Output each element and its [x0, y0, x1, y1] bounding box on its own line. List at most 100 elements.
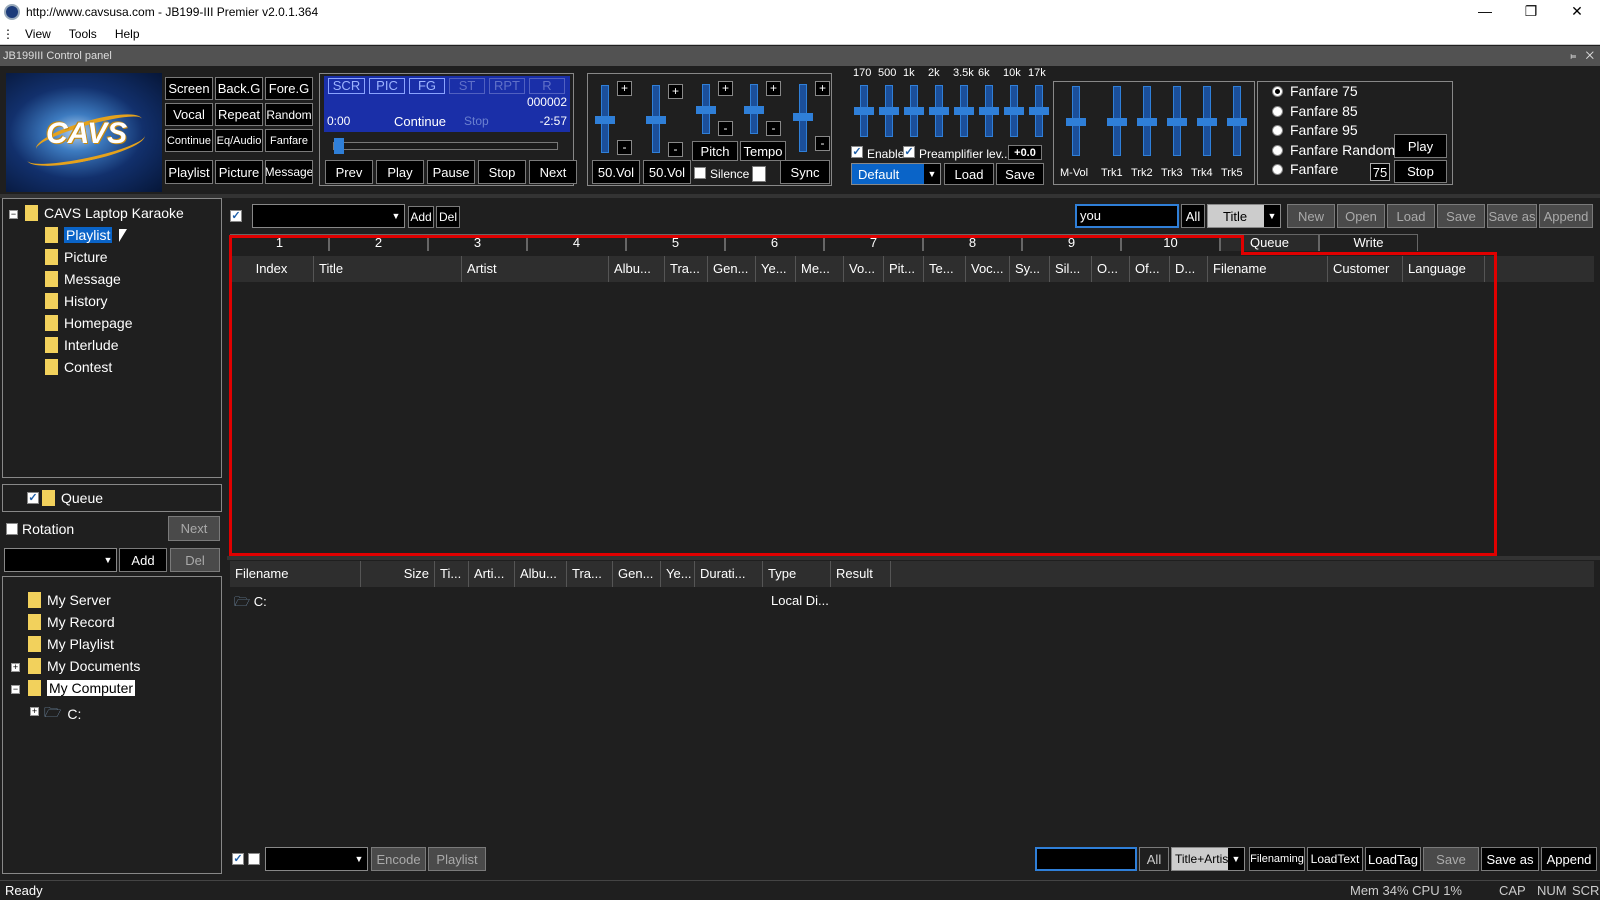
- file-column-header[interactable]: Durati...: [695, 561, 763, 587]
- grid-splitter[interactable]: [227, 556, 1600, 560]
- eq-save-button[interactable]: Save: [996, 163, 1044, 185]
- browser-item[interactable]: My Server: [28, 592, 111, 608]
- next-button[interactable]: Next: [529, 160, 577, 184]
- file-search-input[interactable]: [1035, 847, 1137, 871]
- bottom-loadtext-button[interactable]: LoadText: [1307, 847, 1363, 871]
- file-column-header[interactable]: Ye...: [661, 561, 695, 587]
- file-column-header[interactable]: Arti...: [469, 561, 515, 587]
- eq-band-knob[interactable]: [904, 107, 924, 115]
- silence-checkbox[interactable]: [694, 167, 706, 179]
- toolbar-new-button[interactable]: New: [1287, 204, 1335, 228]
- bottom-loadtag-button[interactable]: LoadTag: [1365, 847, 1421, 871]
- eq-band-knob[interactable]: [854, 107, 874, 115]
- eq-band-knob[interactable]: [954, 107, 974, 115]
- rotation-next-button[interactable]: Next: [168, 516, 220, 541]
- picture-button[interactable]: Picture: [215, 160, 263, 184]
- vol1-minus-button[interactable]: -: [617, 140, 632, 155]
- file-filter-checkbox[interactable]: ✓: [232, 853, 244, 865]
- fanfare-radio[interactable]: [1272, 105, 1283, 117]
- menu-view[interactable]: View: [16, 27, 60, 41]
- rotation-checkbox[interactable]: [6, 523, 18, 535]
- eq-band-slider[interactable]: [854, 85, 874, 137]
- prev-button[interactable]: Prev: [325, 160, 373, 184]
- bottom-save-button[interactable]: Save: [1423, 847, 1479, 871]
- silence-spin[interactable]: [752, 166, 766, 182]
- playlist-del-button[interactable]: Del: [436, 206, 460, 228]
- eq-band-knob[interactable]: [929, 107, 949, 115]
- expand-icon[interactable]: +: [11, 663, 20, 672]
- eq-band-slider[interactable]: [1029, 85, 1049, 137]
- pitch-label-button[interactable]: Pitch: [692, 141, 738, 161]
- lcd-chip-st[interactable]: ST: [449, 78, 485, 94]
- song-filter-checkbox[interactable]: ✓: [230, 210, 242, 222]
- file-column-header[interactable]: Ti...: [435, 561, 469, 587]
- close-icon[interactable]: ✕: [1554, 0, 1600, 23]
- file-column-header[interactable]: Albu...: [515, 561, 567, 587]
- vocal-button[interactable]: Vocal: [165, 103, 213, 126]
- mixer-slider[interactable]: [1227, 86, 1247, 156]
- preamp-checkbox[interactable]: ✓: [903, 146, 915, 158]
- bottom-save-as-button[interactable]: Save as: [1481, 847, 1539, 871]
- browser-item[interactable]: My Playlist: [28, 636, 114, 652]
- mixer-slider[interactable]: [1137, 86, 1157, 156]
- vol2-plus-button[interactable]: +: [668, 84, 683, 99]
- fanfare-button[interactable]: Fanfare: [265, 129, 313, 152]
- tree-item[interactable]: Playlist: [45, 227, 113, 243]
- bottom-filenaming-button[interactable]: Filenaming: [1249, 847, 1305, 871]
- tempo-label-button[interactable]: Tempo: [740, 141, 786, 161]
- mixer-knob[interactable]: [1137, 118, 1157, 126]
- mixer-knob[interactable]: [1167, 118, 1187, 126]
- pitch-plus-button[interactable]: +: [718, 81, 733, 96]
- vol-slider-2[interactable]: [646, 85, 666, 153]
- file-filter-checkbox-2[interactable]: [248, 853, 260, 865]
- toolbar-save-button[interactable]: Save: [1437, 204, 1485, 228]
- stop-button[interactable]: Stop: [478, 160, 526, 184]
- screen-button[interactable]: Screen: [165, 77, 213, 100]
- repeat-button[interactable]: Repeat: [215, 103, 263, 126]
- toolbar-load-button[interactable]: Load: [1387, 204, 1435, 228]
- location-add-button[interactable]: Add: [119, 548, 167, 572]
- encode-button[interactable]: Encode: [371, 847, 426, 871]
- file-search-all-button[interactable]: All: [1139, 847, 1169, 871]
- lcd-chip-scr[interactable]: SCR: [328, 78, 365, 94]
- eq-band-knob[interactable]: [979, 107, 999, 115]
- tempo-slider[interactable]: [744, 84, 764, 134]
- fanfare-value-input[interactable]: 75: [1370, 163, 1390, 181]
- file-column-header[interactable]: Tra...: [567, 561, 613, 587]
- pause-button[interactable]: Pause: [427, 160, 475, 184]
- menu-help[interactable]: Help: [106, 27, 149, 41]
- play-button[interactable]: Play: [376, 160, 424, 184]
- encode-select[interactable]: ▼: [265, 847, 368, 871]
- eq-enable-checkbox[interactable]: ✓: [851, 146, 863, 158]
- search-all-button[interactable]: All: [1181, 204, 1205, 228]
- eq-band-slider[interactable]: [954, 85, 974, 137]
- browser-item[interactable]: My Documents: [28, 658, 140, 674]
- pin-close-icons[interactable]: ⫢ ✕: [1570, 46, 1594, 66]
- playlist-select[interactable]: ▼: [252, 204, 405, 228]
- sync-minus-button[interactable]: -: [815, 136, 830, 151]
- fanfare-stop-button[interactable]: Stop: [1394, 160, 1447, 183]
- eq-load-button[interactable]: Load: [944, 163, 994, 185]
- tree-root[interactable]: CAVS Laptop Karaoke: [25, 205, 184, 221]
- mixer-slider[interactable]: [1197, 86, 1217, 156]
- collapse-icon[interactable]: −: [11, 685, 20, 694]
- message-button[interactable]: Message: [265, 160, 313, 184]
- lcd-chip-r[interactable]: R: [529, 78, 565, 94]
- sync-button[interactable]: Sync: [780, 160, 830, 184]
- sync-plus-button[interactable]: +: [815, 81, 830, 96]
- menu-tools[interactable]: Tools: [60, 27, 106, 41]
- queue-checkbox[interactable]: ✓: [27, 492, 39, 504]
- file-column-header[interactable]: Result: [831, 561, 891, 587]
- file-search-field-select[interactable]: Title+Artist ▼: [1171, 847, 1245, 871]
- foreg-button[interactable]: Fore.G: [265, 77, 313, 100]
- eq-band-slider[interactable]: [904, 85, 924, 137]
- eq-band-slider[interactable]: [879, 85, 899, 137]
- fanfare-play-button[interactable]: Play: [1394, 134, 1447, 158]
- tree-item[interactable]: Contest: [45, 359, 112, 375]
- toolbar-open-button[interactable]: Open: [1337, 204, 1385, 228]
- mixer-knob[interactable]: [1197, 118, 1217, 126]
- vol-slider-1[interactable]: [595, 85, 615, 153]
- eq-band-knob[interactable]: [1004, 107, 1024, 115]
- bottom-append-button[interactable]: Append: [1541, 847, 1597, 871]
- mixer-slider[interactable]: [1066, 86, 1086, 156]
